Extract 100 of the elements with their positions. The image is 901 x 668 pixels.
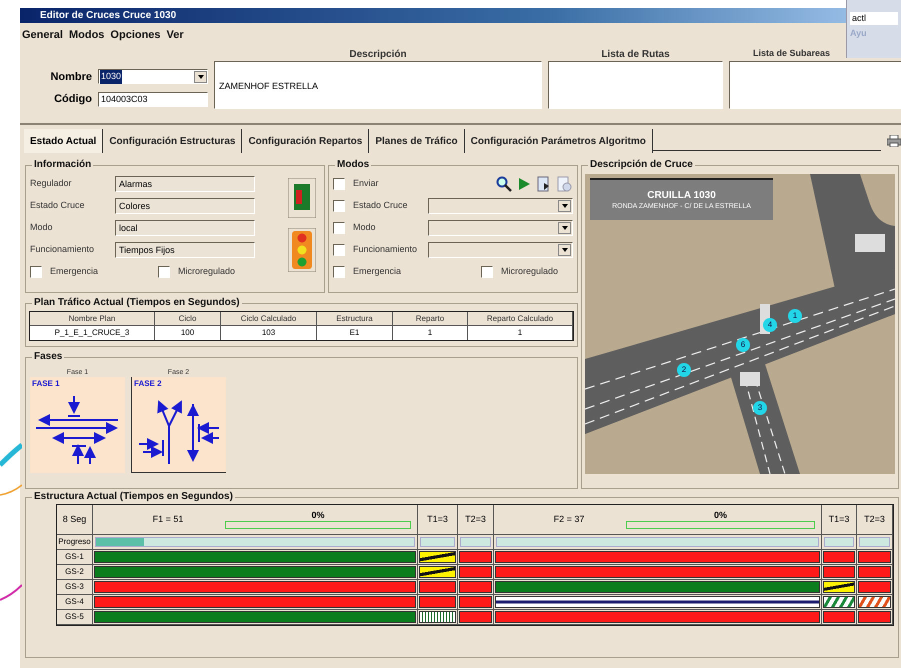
caret-icon — [562, 226, 568, 230]
code-field[interactable]: 104003C03 — [98, 92, 208, 107]
phase-time: F2 = 37 — [552, 512, 586, 526]
phase-label: FASE 2 — [134, 379, 163, 389]
signal-state-bar — [823, 581, 855, 593]
signal-state-bar — [459, 566, 492, 578]
table-cell: 8 Seg — [57, 505, 93, 535]
traffic-light-icon[interactable] — [288, 228, 316, 272]
table-cell: P_1_E_1_CRUCE_3 — [30, 326, 155, 340]
search-icon[interactable] — [495, 175, 513, 193]
checkbox[interactable] — [333, 178, 345, 190]
tab[interactable]: Planes de Tráfico — [369, 129, 465, 153]
info-field: Colores — [115, 198, 255, 214]
column-header: Ciclo — [155, 312, 221, 326]
checkbox-label: Microregulado — [501, 265, 558, 278]
tab[interactable]: Configuración Repartos — [242, 129, 370, 153]
table-cell: 1 — [393, 326, 468, 340]
tab[interactable]: Configuración Estructuras — [103, 129, 242, 153]
column-header: Reparto Calculado — [468, 312, 573, 326]
checkbox[interactable] — [333, 266, 345, 278]
signal-state-bar — [419, 596, 456, 608]
checkbox[interactable] — [30, 266, 42, 278]
signal-state-bar — [459, 551, 492, 563]
checkbox-label: Emergencia — [353, 265, 402, 278]
table-cell: E1 — [317, 326, 393, 340]
row-label: Progreso — [57, 535, 93, 550]
menu-item[interactable]: Modos — [68, 26, 104, 44]
field-label: Código — [53, 92, 92, 107]
signal-state-bar — [823, 551, 855, 563]
group-title: Estructura Actual (Tiempos en Segundos) — [32, 490, 235, 504]
info-field: local — [115, 220, 255, 236]
table-cell: T1=3 — [418, 505, 458, 535]
checkbox[interactable] — [333, 222, 345, 234]
table-cell: 103 — [221, 326, 317, 340]
field-label: Estado Cruce — [30, 199, 86, 212]
checkbox[interactable] — [481, 266, 494, 278]
checkbox-label: Microregulado — [178, 265, 236, 278]
checkbox-label: Estado Cruce — [353, 199, 408, 212]
controller-cabinet-icon[interactable] — [288, 178, 316, 218]
signal-state-bar — [858, 596, 891, 608]
percent-label: 0% — [714, 510, 727, 521]
description-box[interactable]: ZAMENHOF ESTRELLA — [214, 61, 542, 109]
column-label: Lista de Rutas — [600, 48, 671, 61]
checkbox[interactable] — [158, 266, 170, 278]
checkbox-label: Funcionamiento — [353, 243, 418, 256]
table-cell: T2=3 — [458, 505, 494, 535]
phase-time: F1 = 51 — [152, 512, 184, 526]
search-field[interactable]: actl — [850, 12, 898, 25]
route-list[interactable] — [548, 61, 723, 109]
caret-icon — [562, 248, 568, 252]
signal-state-bar — [858, 581, 891, 593]
dropdown-field[interactable] — [428, 242, 573, 258]
caret-icon — [198, 74, 204, 79]
info-field: Alarmas — [115, 176, 255, 192]
printer-icon[interactable] — [887, 135, 901, 147]
signal-state-bar — [459, 581, 492, 593]
signal-state-bar — [823, 611, 855, 623]
signal-state-bar — [459, 596, 492, 608]
checkbox[interactable] — [333, 200, 345, 212]
dropdown-field[interactable] — [428, 220, 573, 236]
field-label: Regulador — [30, 177, 73, 190]
phase-card[interactable]: FASE 1 — [30, 377, 125, 473]
column-header: Nombre Plan — [30, 312, 155, 326]
tab[interactable]: Estado Actual — [24, 129, 104, 153]
name-combo[interactable]: 1030 — [98, 69, 208, 84]
signal-state-bar — [823, 566, 855, 578]
menu-item[interactable]: Ver — [166, 26, 184, 44]
sign-title: CRUILLA 1030 — [647, 188, 716, 202]
dropdown-button[interactable] — [194, 70, 207, 83]
subarea-list[interactable] — [729, 61, 901, 109]
signal-state-bar — [858, 566, 891, 578]
info-field: Tiempos Fijos — [115, 242, 255, 258]
field-label: Modo — [30, 221, 54, 234]
column-header: Estructura — [317, 312, 393, 326]
tab[interactable]: Configuración Parámetros Algoritmo — [464, 129, 653, 153]
row-label: GS-1 — [57, 550, 93, 565]
signal-state-bar — [858, 551, 891, 563]
signal-state-bar — [419, 611, 456, 623]
group-title: Descripción de Cruce — [588, 158, 695, 172]
dropdown-field[interactable] — [428, 198, 573, 214]
signal-state-bar — [858, 611, 891, 623]
table-cell: T1=3 — [822, 505, 857, 535]
signal-state-bar — [419, 551, 456, 563]
menu-item[interactable]: Opciones — [110, 26, 161, 44]
checkbox[interactable] — [333, 244, 345, 256]
group-title: Plan Tráfico Actual (Tiempos en Segundos) — [32, 296, 242, 310]
column-header: Reparto — [393, 312, 468, 326]
field-label: Nombre — [49, 70, 92, 84]
row-label: GS-3 — [57, 580, 93, 595]
signal-state-bar — [823, 596, 855, 608]
column-label: Lista de Subareas — [752, 47, 832, 60]
percent-label: 0% — [311, 510, 324, 521]
checkbox-label: Enviar — [353, 177, 379, 190]
checkbox-label: Emergencia — [50, 265, 98, 278]
menu-item[interactable]: General — [22, 26, 63, 44]
field-label: Funcionamiento — [30, 243, 96, 256]
row-label: GS-5 — [57, 610, 93, 625]
window-title: Editor de Cruces Cruce 1030 — [40, 10, 176, 20]
phase-card[interactable]: FASE 2 — [131, 377, 226, 473]
row-label: GS-4 — [57, 595, 93, 610]
